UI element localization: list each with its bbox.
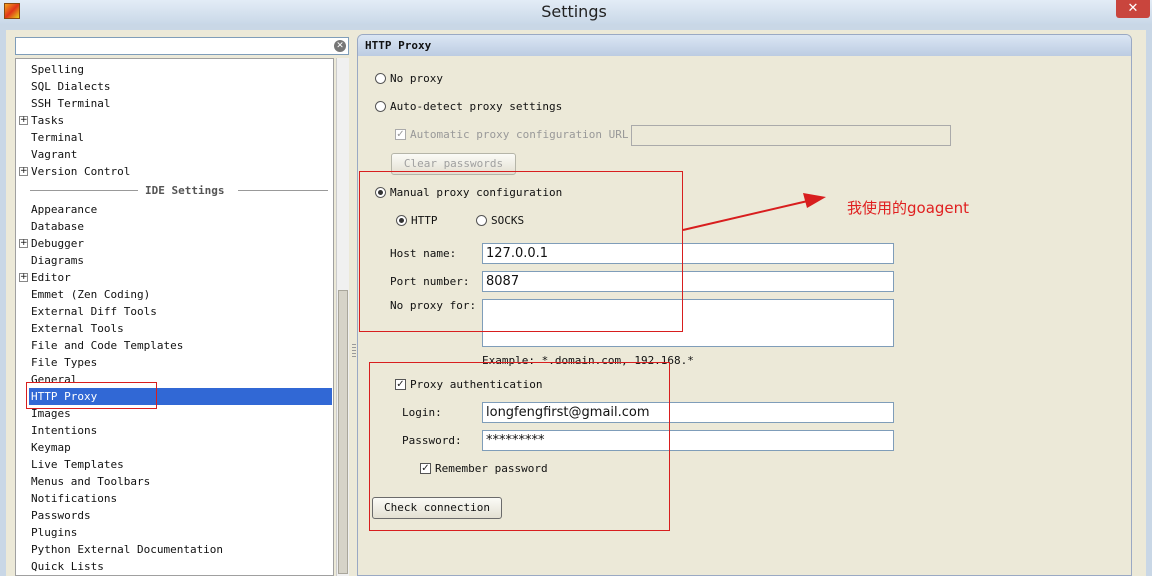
tree-item-file-and-code-templates[interactable]: File and Code Templates <box>31 337 183 354</box>
no-proxy-label: No proxy <box>390 72 443 85</box>
panel-header: HTTP Proxy <box>358 35 1131 56</box>
tree-item-file-types[interactable]: File Types <box>31 354 97 371</box>
auto-config-url-label: Automatic proxy configuration URL: <box>410 128 636 141</box>
window-title: Settings <box>541 2 607 21</box>
settings-tree: Spelling SQL Dialects SSH Terminal + Tasks Te… <box>15 58 334 576</box>
tree-item-plugins[interactable]: Plugins <box>31 524 77 541</box>
auto-config-url-input[interactable] <box>631 125 951 146</box>
ide-settings-group-label: IDE Settings <box>145 184 225 197</box>
separator-line <box>238 190 328 191</box>
tree-item-spelling[interactable]: Spelling <box>31 61 84 78</box>
no-proxy-radio[interactable] <box>375 73 386 84</box>
tree-scrollbar-thumb[interactable] <box>338 290 348 574</box>
tree-scrollbar[interactable] <box>336 58 349 576</box>
tree-item-external-tools[interactable]: External Tools <box>31 320 124 337</box>
expand-icon[interactable]: + <box>19 239 28 248</box>
tree-item-terminal[interactable]: Terminal <box>31 129 84 146</box>
clear-search-icon[interactable]: ✕ <box>334 40 346 52</box>
settings-search-input[interactable]: ✕ <box>15 37 349 55</box>
tree-item-debugger[interactable]: Debugger <box>31 235 84 252</box>
separator-line <box>30 190 138 191</box>
http-proxy-highlight-box <box>26 382 157 409</box>
manual-config-highlight-box <box>359 171 683 332</box>
tree-item-editor[interactable]: Editor <box>31 269 71 286</box>
tree-item-intentions[interactable]: Intentions <box>31 422 97 439</box>
tree-item-tasks[interactable]: Tasks <box>31 112 64 129</box>
tree-item-live-templates[interactable]: Live Templates <box>31 456 124 473</box>
settings-navigation: ✕ Spelling SQL Dialects SSH Terminal + Tasks… <box>14 34 349 576</box>
tree-item-version-control[interactable]: Version Control <box>31 163 130 180</box>
tree-item-external-diff-tools[interactable]: External Diff Tools <box>31 303 157 320</box>
tree-item-quick-lists[interactable]: Quick Lists <box>31 558 104 575</box>
panel-title: HTTP Proxy <box>365 39 432 52</box>
auto-detect-radio[interactable] <box>375 101 386 112</box>
tree-item-ssh-terminal[interactable]: SSH Terminal <box>31 95 110 112</box>
tree-item-sql-dialects[interactable]: SQL Dialects <box>31 78 110 95</box>
close-button[interactable]: ✕ <box>1116 0 1150 18</box>
tree-item-menus-and-toolbars[interactable]: Menus and Toolbars <box>31 473 150 490</box>
tree-item-diagrams[interactable]: Diagrams <box>31 252 84 269</box>
expand-icon[interactable]: + <box>19 273 28 282</box>
annotation-text: 我使用的goagent <box>847 199 970 217</box>
expand-icon[interactable]: + <box>19 167 28 176</box>
auto-config-url-checkbox[interactable]: ✓ <box>395 129 406 140</box>
tree-item-vagrant[interactable]: Vagrant <box>31 146 77 163</box>
auto-detect-label: Auto-detect proxy settings <box>390 100 563 113</box>
tree-item-keymap[interactable]: Keymap <box>31 439 71 456</box>
tree-item-notifications[interactable]: Notifications <box>31 490 117 507</box>
tree-item-appearance[interactable]: Appearance <box>31 201 97 218</box>
ide-settings-group-separator: IDE Settings <box>30 182 330 199</box>
tree-item-emmet-zen-coding[interactable]: Emmet (Zen Coding) <box>31 286 150 303</box>
auth-highlight-box <box>369 362 670 531</box>
expand-icon[interactable]: + <box>19 116 28 125</box>
tree-item-python-external-documentation[interactable]: Python External Documentation <box>31 541 223 558</box>
tree-item-passwords[interactable]: Passwords <box>31 507 91 524</box>
tree-item-database[interactable]: Database <box>31 218 84 235</box>
splitter-grip-icon <box>352 344 356 358</box>
title-bar: Settings ✕ <box>0 0 1152 24</box>
